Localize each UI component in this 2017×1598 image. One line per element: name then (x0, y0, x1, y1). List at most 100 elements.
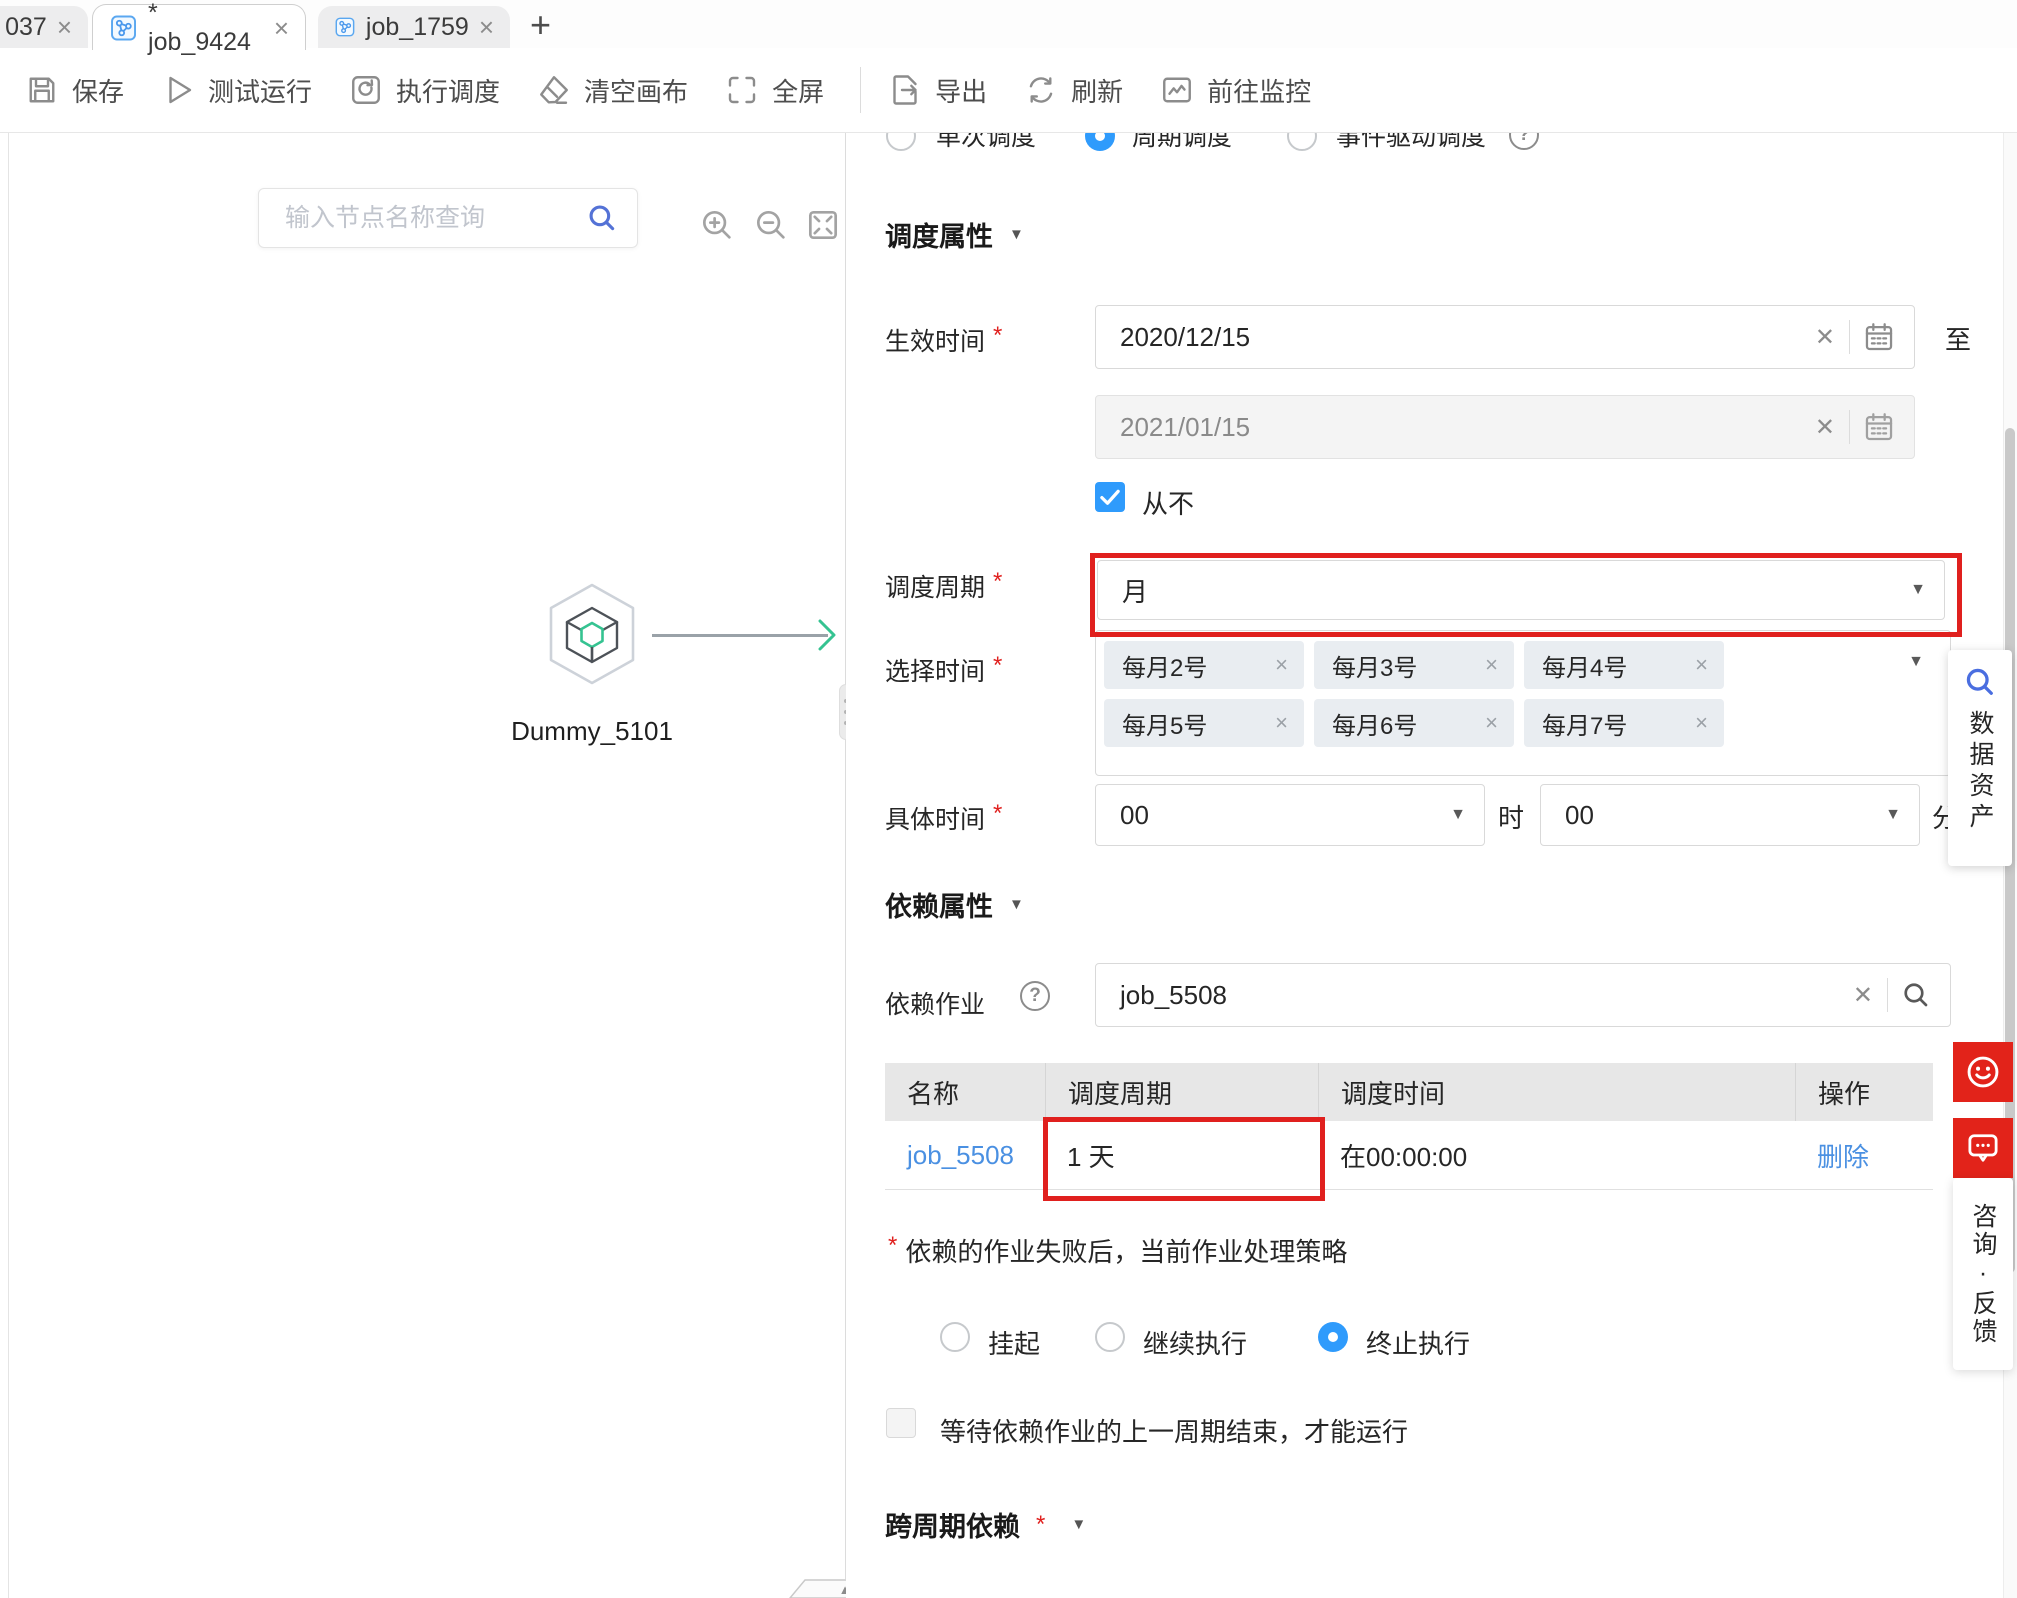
wait-previous-cycle-checkbox[interactable] (886, 1408, 916, 1438)
tab-close-icon[interactable]: × (57, 14, 72, 40)
toolbar-label: 刷新 (1071, 72, 1123, 109)
start-date-input[interactable]: 2020/12/15 ✕ (1095, 305, 1915, 369)
section-schedule-props[interactable]: 调度属性 ▼ (885, 215, 1024, 254)
radio-terminate[interactable] (1318, 1322, 1348, 1352)
col-header-time: 调度时间 (1318, 1063, 1795, 1121)
search-icon[interactable] (1900, 979, 1932, 1011)
tag-remove-icon[interactable]: × (1275, 710, 1288, 736)
section-dependency-props[interactable]: 依赖属性 ▼ (885, 885, 1024, 924)
tab-close-icon[interactable]: × (479, 14, 494, 40)
tab-job-1759[interactable]: job_1759 × (318, 6, 510, 48)
dependency-table: 名称 调度周期 调度时间 操作 job_5508 1 天 在00:00:00 删… (885, 1063, 1933, 1190)
hour-value: 00 (1120, 800, 1450, 831)
dummy-node-icon[interactable] (544, 580, 640, 688)
calendar-icon[interactable] (1862, 320, 1896, 354)
radio-event-schedule[interactable] (1287, 133, 1317, 151)
node-search-box (258, 188, 638, 248)
tab-label: job_1759 (366, 13, 469, 42)
chevron-down-icon: ▼ (1910, 581, 1926, 599)
toolbar-label: 保存 (72, 72, 124, 109)
col-header-name: 名称 (885, 1063, 1045, 1121)
search-icon[interactable] (585, 201, 619, 235)
tag-remove-icon[interactable]: × (1695, 710, 1708, 736)
schedule-period-value: 月 (1122, 572, 1910, 609)
time-tag: 每月2号× (1104, 641, 1304, 689)
required-asterisk: * (1036, 1511, 1045, 1539)
dependent-job-value: job_5508 (1120, 980, 1839, 1011)
play-icon (160, 72, 196, 108)
go-to-monitor-button[interactable]: 前往监控 (1159, 72, 1311, 109)
feedback-button[interactable] (1953, 1118, 2013, 1178)
chevron-down-icon: ▼ (1009, 896, 1024, 913)
radio-periodic-schedule-label: 周期调度 (1132, 133, 1232, 153)
dependent-job-input[interactable]: job_5508 ✕ (1095, 963, 1951, 1027)
end-date-value: 2021/01/15 (1120, 412, 1801, 443)
job-link[interactable]: job_5508 (885, 1140, 1045, 1171)
col-header-period: 调度周期 (1045, 1063, 1318, 1121)
zoom-in-icon[interactable] (698, 206, 736, 244)
properties-panel: 单次调度 周期调度 事件驱动调度 ? 调度属性 ▼ 生效时间* 2020/12/… (846, 133, 2017, 1598)
radio-periodic-schedule[interactable] (1085, 133, 1115, 151)
test-run-button[interactable]: 测试运行 (160, 72, 312, 109)
satisfaction-button[interactable] (1953, 1042, 2013, 1102)
toolbar-label: 执行调度 (396, 72, 500, 109)
fit-view-icon[interactable] (804, 206, 842, 244)
delete-link[interactable]: 删除 (1795, 1137, 1933, 1174)
tab-close-icon[interactable]: × (274, 15, 289, 41)
schedule-period-select[interactable]: 月 ▼ (1097, 560, 1945, 620)
data-asset-tab[interactable]: 数据资产 (1948, 650, 2012, 866)
row-time: 在00:00:00 (1318, 1137, 1795, 1174)
clear-icon[interactable]: ✕ (1839, 981, 1887, 1010)
clear-canvas-button[interactable]: 清空画布 (536, 72, 688, 109)
radio-terminate-label: 终止执行 (1366, 1324, 1470, 1361)
chat-icon (1962, 1127, 2004, 1169)
zoom-out-icon[interactable] (752, 206, 790, 244)
hour-select[interactable]: 00 ▼ (1095, 784, 1485, 846)
radio-event-schedule-label: 事件驱动调度 (1336, 133, 1486, 153)
section-cross-period[interactable]: 跨周期依赖 * ▼ (885, 1505, 1086, 1544)
help-icon[interactable]: ? (1020, 981, 1050, 1011)
tab-job-9424[interactable]: * job_9424 × (92, 4, 306, 50)
calendar-icon[interactable] (1862, 410, 1896, 444)
never-checkbox-label: 从不 (1142, 484, 1194, 521)
clear-icon[interactable]: ✕ (1801, 413, 1849, 442)
fullscreen-button[interactable]: 全屏 (724, 72, 824, 109)
export-icon (887, 72, 923, 108)
toolbar-label: 全屏 (772, 72, 824, 109)
tag-remove-icon[interactable]: × (1695, 652, 1708, 678)
toolbar: 保存 测试运行 执行调度 清空画布 全屏 (0, 48, 2017, 133)
minute-select[interactable]: 00 ▼ (1540, 784, 1920, 846)
clear-canvas-icon (536, 72, 572, 108)
end-date-input[interactable]: 2021/01/15 ✕ (1095, 395, 1915, 459)
execute-schedule-button[interactable]: 执行调度 (348, 72, 500, 109)
smiley-icon (1961, 1050, 2005, 1094)
fullscreen-icon (724, 72, 760, 108)
tag-remove-icon[interactable]: × (1275, 652, 1288, 678)
chevron-down-icon: ▼ (1450, 806, 1466, 824)
dependent-job-label: 依赖作业 (885, 985, 985, 1021)
info-icon[interactable]: ? (1509, 133, 1539, 150)
radio-suspend[interactable] (940, 1322, 970, 1352)
tag-remove-icon[interactable]: × (1485, 710, 1498, 736)
clear-icon[interactable]: ✕ (1801, 323, 1849, 352)
export-button[interactable]: 导出 (887, 72, 987, 109)
consult-feedback-tab[interactable]: 咨询·反馈 (1953, 1178, 2013, 1370)
required-asterisk: * (993, 568, 1002, 596)
radio-continue[interactable] (1095, 1322, 1125, 1352)
chevron-down-icon: ▼ (1885, 806, 1901, 824)
save-button[interactable]: 保存 (24, 72, 124, 109)
data-asset-label: 数据资产 (1962, 710, 1998, 834)
radio-single-schedule[interactable] (886, 133, 916, 151)
refresh-button[interactable]: 刷新 (1023, 72, 1123, 109)
tag-remove-icon[interactable]: × (1485, 652, 1498, 678)
select-time-multiselect[interactable]: ▼ 每月2号× 每月3号× 每月4号× 每月5号× 每月6号× 每月7号× (1095, 630, 1951, 776)
new-tab-button[interactable]: + (530, 4, 551, 46)
wait-previous-cycle-label: 等待依赖作业的上一周期结束，才能运行 (940, 1412, 1408, 1449)
node-search-input[interactable] (283, 203, 585, 234)
required-asterisk: * (993, 652, 1002, 680)
node-label[interactable]: Dummy_5101 (474, 716, 710, 747)
effective-time-label: 生效时间* (885, 322, 1002, 358)
never-checkbox[interactable] (1095, 482, 1125, 512)
exact-time-label: 具体时间* (885, 800, 1002, 836)
tab-037[interactable]: 037 × (0, 6, 88, 48)
